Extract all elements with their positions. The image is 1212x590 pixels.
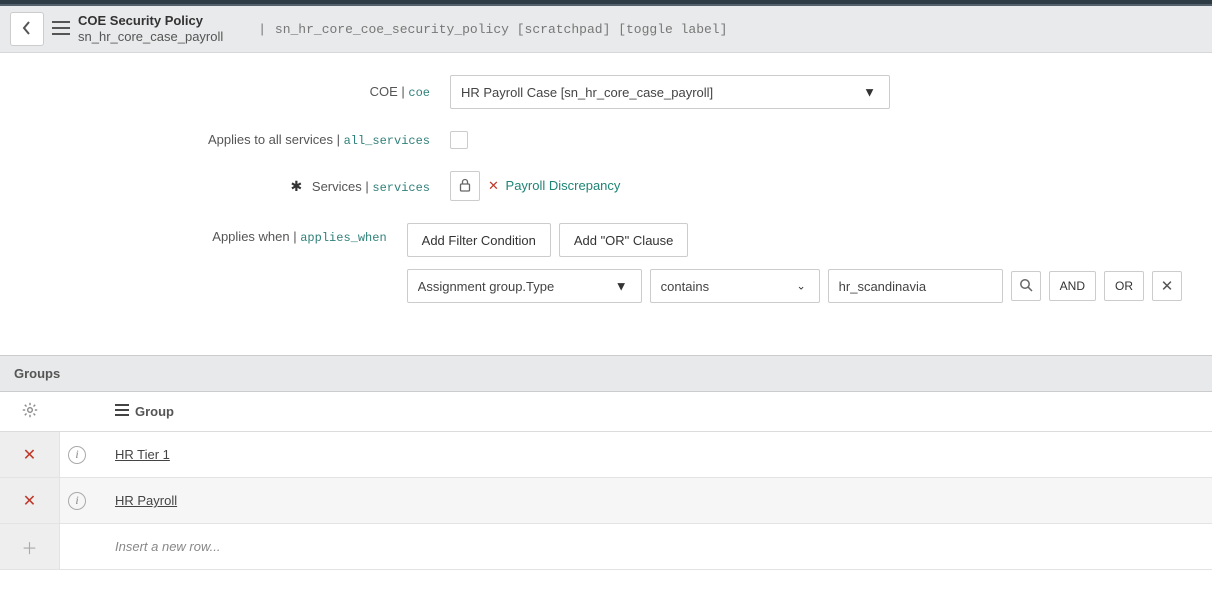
coe-select[interactable]: [450, 75, 890, 109]
info-icon: i: [75, 447, 78, 462]
menu-icon: [52, 21, 70, 38]
lock-icon: [459, 178, 471, 195]
condition-operator-select[interactable]: [650, 269, 820, 303]
toggle-label-link[interactable]: [toggle label]: [618, 22, 727, 37]
applies-when-row: Applies when | applies_when Add Filter C…: [30, 223, 1182, 303]
plus-icon: ＋: [21, 535, 37, 559]
condition-and-button[interactable]: AND: [1049, 271, 1096, 301]
info-icon: i: [75, 493, 78, 508]
form-body: COE | coe ▼ Applies to all services | al…: [0, 53, 1212, 345]
services-lock-button[interactable]: [450, 171, 480, 201]
services-label: ✱ Services | services: [30, 178, 450, 195]
group-row-info[interactable]: i: [68, 492, 86, 510]
service-tag: ✕ Payroll Discrepancy: [488, 178, 620, 194]
back-button[interactable]: [10, 12, 44, 46]
gear-icon: [22, 402, 38, 421]
service-tag-remove[interactable]: ✕: [488, 178, 499, 193]
coe-label-text: COE: [370, 84, 398, 99]
groups-column-header-row: Group: [0, 392, 1212, 432]
services-row: ✱ Services | services ✕ Payroll Discrepa…: [30, 171, 1182, 201]
all-services-checkbox[interactable]: [450, 131, 468, 149]
search-icon: [1019, 278, 1033, 295]
all-services-tech-name: all_services: [344, 134, 430, 148]
services-tech-name: services: [372, 181, 430, 195]
groups-settings-button[interactable]: [0, 402, 60, 421]
close-icon: ✕: [1161, 277, 1174, 295]
header-meta: | sn_hr_core_coe_security_policy [scratc…: [257, 22, 727, 37]
applies-when-tech-name: applies_when: [300, 231, 386, 245]
insert-row-placeholder: Insert a new row...: [115, 539, 1212, 554]
all-services-label-text: Applies to all services: [208, 132, 333, 147]
coe-row: COE | coe ▼: [30, 75, 1182, 109]
group-row-info[interactable]: i: [68, 446, 86, 464]
form-header: COE Security Policy sn_hr_core_case_payr…: [0, 6, 1212, 53]
condition-delete-button[interactable]: ✕: [1152, 271, 1182, 301]
scratchpad-link[interactable]: [scratchpad]: [517, 22, 611, 37]
coe-label: COE | coe: [30, 84, 450, 100]
page-subtitle: sn_hr_core_case_payroll: [78, 29, 223, 45]
required-star-icon: ✱: [291, 178, 303, 194]
groups-header: Groups: [0, 356, 1212, 392]
context-menu-button[interactable]: [52, 21, 70, 38]
coe-tech-name: coe: [408, 86, 430, 100]
group-link[interactable]: HR Payroll: [115, 493, 177, 508]
condition-row: ▼ ⌄ AND OR ✕: [407, 269, 1182, 303]
condition-or-button[interactable]: OR: [1104, 271, 1144, 301]
delete-icon: ✕: [23, 491, 36, 511]
group-insert-row[interactable]: ＋ Insert a new row...: [0, 524, 1212, 570]
condition-value-input[interactable]: [828, 269, 1003, 303]
add-filter-condition-button[interactable]: Add Filter Condition: [407, 223, 551, 257]
group-row-delete[interactable]: ✕: [0, 478, 60, 523]
applies-when-label: Applies when | applies_when: [30, 223, 407, 245]
group-row: ✕ i HR Tier 1: [0, 432, 1212, 478]
groups-column-name-header[interactable]: Group: [115, 404, 1212, 419]
condition-lookup-button[interactable]: [1011, 271, 1041, 301]
all-services-label: Applies to all services | all_services: [30, 132, 450, 148]
service-tag-label[interactable]: Payroll Discrepancy: [506, 178, 621, 193]
group-row: ✕ i HR Payroll: [0, 478, 1212, 524]
group-link[interactable]: HR Tier 1: [115, 447, 170, 462]
header-title-block: COE Security Policy sn_hr_core_case_payr…: [78, 13, 223, 46]
page-title: COE Security Policy: [78, 13, 223, 29]
applies-when-label-text: Applies when: [212, 229, 289, 244]
chevron-left-icon: [21, 20, 33, 39]
delete-icon: ✕: [23, 445, 36, 465]
condition-field-select[interactable]: [407, 269, 642, 303]
services-label-text: Services: [312, 179, 362, 194]
all-services-row: Applies to all services | all_services: [30, 131, 1182, 149]
add-or-clause-button[interactable]: Add "OR" Clause: [559, 223, 689, 257]
group-row-delete[interactable]: ✕: [0, 432, 60, 477]
groups-section: Groups Group ✕ i HR Tier 1 ✕ i HR Payrol…: [0, 355, 1212, 570]
table-name: sn_hr_core_coe_security_policy: [275, 22, 509, 37]
column-menu-icon: [115, 404, 129, 419]
